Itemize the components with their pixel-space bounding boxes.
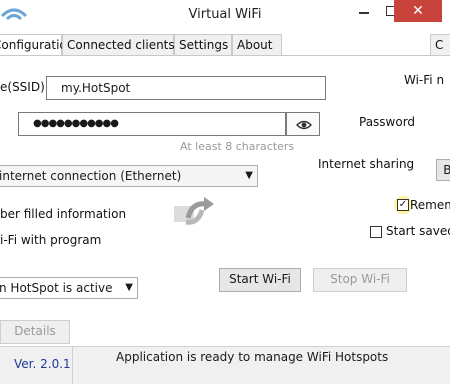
version-label: Ver. 2.0.1 (14, 357, 71, 371)
stop-wifi-button[interactable]: Stop Wi-Fi (313, 268, 407, 292)
ssid-label: e(SSID) (0, 80, 45, 94)
tab-connected-clients[interactable]: Connected clients (62, 34, 175, 56)
internet-sharing-label: Internet sharing (318, 157, 415, 171)
status-bar: Ver. 2.0.1 Application is ready to manag… (0, 346, 450, 384)
ssid-input[interactable]: my.HotSpot (46, 76, 326, 100)
eye-icon (296, 120, 312, 130)
hotspot-active-select[interactable]: n HotSpot is active ▼ (0, 277, 138, 299)
browse-button[interactable]: Be (436, 159, 450, 181)
wifi-name-label: Wi-Fi n (404, 73, 445, 87)
remember-filled-info-label: ber filled information (0, 207, 127, 221)
start-wifi-button[interactable]: Start Wi-Fi (219, 268, 301, 292)
refresh-button[interactable] (172, 192, 218, 232)
connection-select[interactable]: internet connection (Ethernet) ▼ (0, 165, 258, 187)
tab-right-fragment[interactable]: C (430, 34, 450, 56)
version-panel: Ver. 2.0.1 (0, 347, 73, 384)
chevron-down-icon: ▼ (125, 282, 133, 293)
minimize-button[interactable] (352, 0, 376, 22)
chevron-down-icon: ▼ (245, 170, 253, 181)
password-hint: At least 8 characters (180, 140, 295, 153)
tab-about[interactable]: About (232, 34, 282, 56)
refresh-icon (174, 197, 214, 225)
start-saved-checkbox[interactable] (370, 226, 382, 238)
password-label: Password (359, 115, 416, 129)
show-password-button[interactable] (286, 112, 320, 136)
start-saved-label: Start saved (386, 224, 450, 238)
tab-panel-border (0, 55, 450, 56)
remember-checkbox[interactable]: ✓ (397, 199, 409, 211)
tab-configuration[interactable]: Configuration (0, 34, 74, 56)
title-bar: Virtual WiFi ✕ (0, 0, 450, 32)
close-icon: ✕ (412, 3, 424, 19)
wifi-with-program-label: i-Fi with program (0, 233, 102, 247)
tab-settings[interactable]: Settings (174, 34, 232, 56)
remember-label: Remem (410, 198, 450, 212)
password-input[interactable]: ●●●●●●●●●●● (18, 112, 286, 136)
status-message: Application is ready to manage WiFi Hots… (116, 350, 389, 364)
close-button[interactable]: ✕ (394, 0, 442, 22)
details-button[interactable]: Details (0, 320, 70, 344)
